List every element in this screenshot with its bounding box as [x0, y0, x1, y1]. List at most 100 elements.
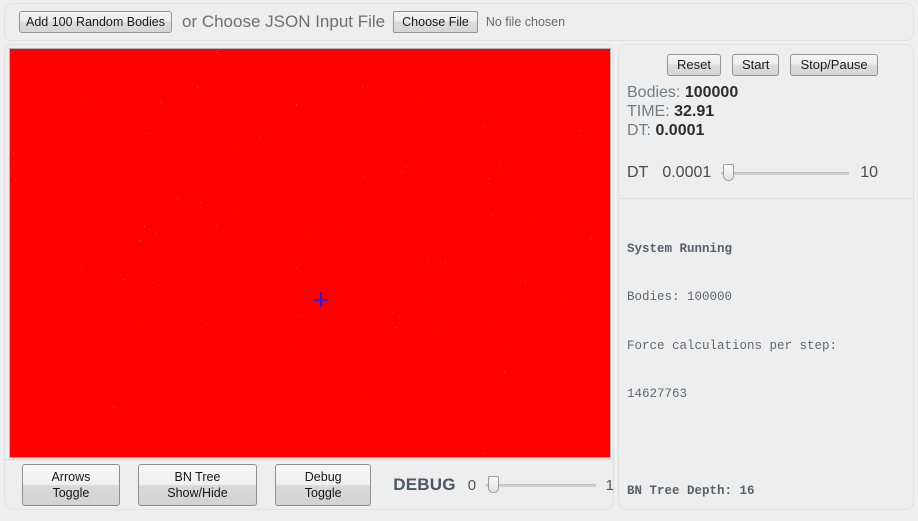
choose-json-label: or Choose JSON Input File — [181, 12, 386, 31]
body-speck — [504, 349, 505, 350]
stop-pause-button[interactable]: Stop/Pause — [790, 54, 878, 76]
body-speck — [363, 176, 364, 177]
body-speck — [13, 152, 14, 153]
add-100-random-bodies-button[interactable]: Add 100 Random Bodies — [19, 11, 172, 33]
simulation-canvas[interactable] — [9, 48, 611, 458]
body-speck — [417, 101, 418, 102]
debug-slider[interactable] — [486, 475, 596, 495]
bodies-readout-value: 100000 — [684, 84, 739, 101]
no-file-chosen-label: No file chosen — [485, 15, 566, 29]
debug-slider-label: DEBUG — [393, 475, 456, 494]
dt-slider-track[interactable] — [721, 172, 850, 175]
body-speck — [525, 281, 526, 282]
body-speck — [82, 99, 83, 100]
body-speck — [470, 61, 471, 62]
dt-slider-max-value: 10 — [860, 164, 879, 181]
body-speck — [500, 119, 501, 120]
dt-slider-row: DT 0.0001 10 — [627, 163, 878, 183]
dt-readout-value: 0.0001 — [655, 122, 705, 139]
top-toolbar: Add 100 Random Bodies or Choose JSON Inp… — [4, 3, 914, 41]
body-speck — [484, 453, 485, 454]
stats-divider — [619, 198, 915, 199]
body-speck — [291, 345, 292, 346]
bn-tree-show-hide-button[interactable]: BN Tree Show/Hide — [137, 464, 258, 506]
debug-toggle-button[interactable]: Debug Toggle — [275, 464, 372, 506]
body-speck — [296, 267, 297, 268]
file-input[interactable]: Choose File No file chosen — [393, 11, 565, 33]
dt-slider[interactable] — [721, 163, 850, 183]
reset-button[interactable]: Reset — [667, 54, 721, 76]
time-readout-value: 32.91 — [674, 103, 715, 120]
body-speck — [13, 165, 14, 166]
body-speck — [396, 327, 397, 328]
body-speck — [301, 315, 302, 316]
dt-readout-label: DT: — [627, 122, 651, 139]
stat-force-calc-value: 14627763 — [627, 387, 688, 402]
arrows-toggle-line2: Toggle — [52, 486, 90, 500]
body-speck — [504, 371, 505, 372]
debug-slider-max-value: 1 — [605, 476, 614, 494]
debug-slider-track[interactable] — [486, 484, 596, 487]
body-speck — [418, 159, 419, 160]
body-speck — [305, 236, 306, 237]
bodies-readout-label: Bodies: — [627, 84, 681, 101]
body-speck — [580, 130, 581, 131]
dt-readout: DT: 0.0001 — [627, 121, 738, 140]
body-speck — [392, 312, 393, 313]
body-speck — [200, 202, 201, 203]
stat-spacer — [627, 434, 911, 450]
body-speck — [216, 52, 217, 53]
body-speck — [566, 298, 567, 299]
stat-system-status: System Running — [627, 242, 733, 257]
body-speck — [113, 407, 114, 408]
body-speck — [15, 179, 16, 180]
stat-bn-tree-depth: BN Tree Depth: 16 — [627, 483, 755, 498]
body-speck — [428, 259, 429, 260]
body-speck — [61, 428, 62, 429]
time-readout-label: TIME: — [627, 103, 670, 120]
body-speck — [406, 167, 407, 168]
body-speck — [238, 211, 239, 212]
body-speck — [248, 333, 249, 334]
debug-toggle-line2: Toggle — [304, 486, 342, 500]
body-speck — [140, 240, 141, 241]
body-speck — [137, 323, 138, 324]
body-speck — [445, 262, 446, 263]
body-speck — [363, 398, 364, 399]
body-speck — [488, 178, 489, 179]
body-speck — [197, 87, 198, 88]
body-speck — [491, 327, 492, 328]
body-speck — [341, 231, 342, 232]
body-speck — [530, 219, 531, 220]
debug-slider-min-value: 0 — [467, 476, 477, 494]
center-of-mass-crosshair-icon — [313, 292, 328, 307]
body-speck — [161, 346, 162, 347]
body-speck — [574, 223, 575, 224]
debug-slider-thumb[interactable] — [488, 476, 500, 493]
body-speck — [605, 324, 606, 325]
body-speck — [296, 104, 297, 105]
body-speck — [427, 303, 428, 304]
start-button[interactable]: Start — [731, 54, 780, 76]
choose-file-button[interactable]: Choose File — [393, 11, 478, 33]
bodies-readout: Bodies: 100000 — [627, 83, 738, 102]
bntree-toggle-line1: BN Tree — [174, 470, 221, 484]
stat-bodies: Bodies: 100000 — [627, 290, 733, 305]
body-speck — [376, 332, 377, 333]
body-speck — [81, 269, 82, 270]
body-speck — [159, 285, 160, 286]
body-speck — [401, 172, 402, 173]
body-speck — [531, 391, 532, 392]
bntree-toggle-line2: Show/Hide — [167, 486, 228, 500]
readouts: Bodies: 100000 TIME: 32.91 DT: 0.0001 — [627, 83, 738, 140]
body-speck — [160, 102, 161, 103]
info-panel: Reset Start Stop/Pause Bodies: 100000 TI… — [618, 44, 915, 510]
body-speck — [177, 198, 178, 199]
dt-slider-thumb[interactable] — [723, 164, 735, 181]
body-speck — [499, 173, 500, 174]
time-readout: TIME: 32.91 — [627, 102, 738, 121]
canvas-controls-bar: Arrows Toggle BN Tree Show/Hide Debug To… — [4, 459, 614, 510]
body-speck — [149, 133, 150, 134]
body-speck — [155, 233, 156, 234]
arrows-toggle-button[interactable]: Arrows Toggle — [22, 464, 120, 506]
